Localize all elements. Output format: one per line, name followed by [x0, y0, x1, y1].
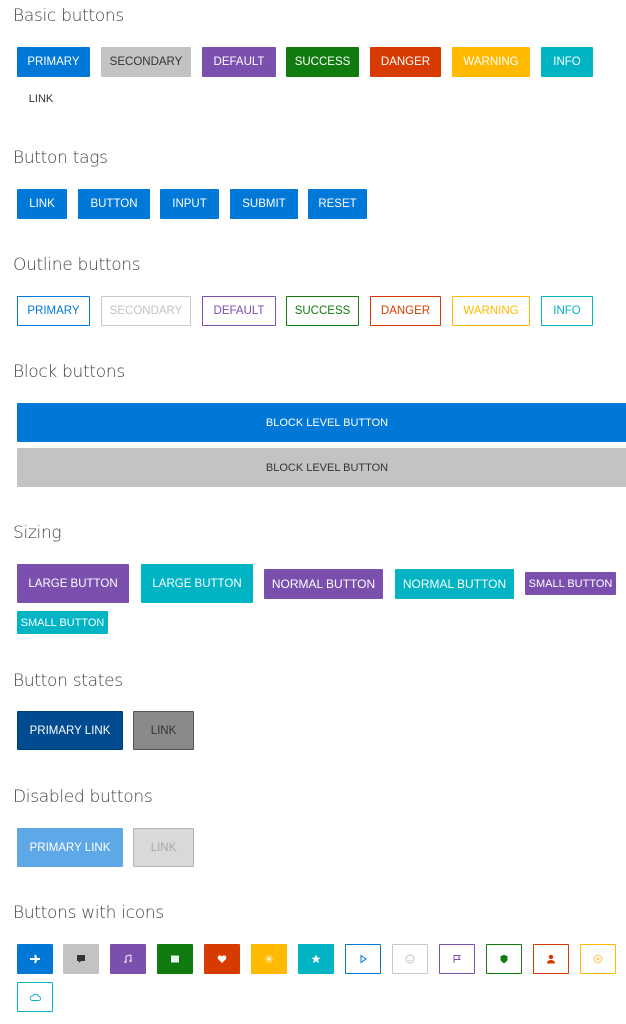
- icon-button-message[interactable]: [63, 944, 99, 974]
- icon-button-shield[interactable]: [486, 944, 522, 974]
- link-button[interactable]: LINK: [17, 88, 65, 110]
- section-title-block: Block buttons: [13, 362, 125, 382]
- section-title-tags: Button tags: [13, 148, 108, 168]
- icon-button-music[interactable]: [110, 944, 146, 974]
- section-title-icons: Buttons with icons: [13, 903, 164, 923]
- icon-button-flag[interactable]: [439, 944, 475, 974]
- primary-button[interactable]: PRIMARY: [17, 47, 90, 77]
- outline-danger-button[interactable]: DANGER: [370, 296, 441, 326]
- smile-icon: [405, 954, 415, 964]
- section-title-states: Button states: [13, 671, 123, 691]
- outline-default-button[interactable]: DEFAULT: [202, 296, 276, 326]
- success-button[interactable]: SUCCESS: [286, 47, 359, 77]
- large-default-button[interactable]: LARGE BUTTON: [17, 564, 129, 603]
- outline-warning-button[interactable]: WARNING: [452, 296, 530, 326]
- plane-icon: [29, 953, 41, 965]
- danger-button[interactable]: DANGER: [370, 47, 441, 77]
- active-primary-link-button[interactable]: PRIMARY LINK: [17, 711, 123, 750]
- normal-info-button[interactable]: NORMAL BUTTON: [395, 569, 514, 599]
- music-icon: [123, 954, 133, 964]
- warning-button[interactable]: WARNING: [452, 47, 530, 77]
- icon-button-heart[interactable]: [204, 944, 240, 974]
- support-icon: [593, 954, 603, 964]
- icon-button-cloud[interactable]: [17, 982, 53, 1012]
- small-info-button[interactable]: SMALL BUTTON: [17, 611, 108, 634]
- sun-icon: [264, 954, 274, 964]
- tag-link-button[interactable]: LINK: [17, 189, 67, 219]
- cloud-icon: [29, 993, 41, 1002]
- play-icon: [358, 954, 368, 964]
- user-icon: [546, 954, 556, 964]
- icon-button-star[interactable]: [298, 944, 334, 974]
- section-title-sizing: Sizing: [13, 523, 62, 543]
- icon-button-sun[interactable]: [251, 944, 287, 974]
- icon-button-smile[interactable]: [392, 944, 428, 974]
- info-button[interactable]: INFO: [541, 47, 593, 77]
- block-secondary-button[interactable]: BLOCK LEVEL BUTTON: [17, 448, 626, 487]
- flag-icon: [452, 954, 462, 964]
- default-button[interactable]: DEFAULT: [202, 47, 276, 77]
- section-title-basic: Basic buttons: [13, 6, 124, 26]
- message-icon: [76, 954, 86, 964]
- block-primary-button[interactable]: BLOCK LEVEL BUTTON: [17, 403, 626, 442]
- outline-secondary-button[interactable]: SECONDARY: [101, 296, 191, 326]
- small-default-button[interactable]: SMALL BUTTON: [525, 572, 616, 595]
- section-title-disabled: Disabled buttons: [13, 787, 153, 807]
- heart-icon: [217, 954, 227, 964]
- tag-reset-button[interactable]: RESET: [308, 189, 367, 219]
- outline-success-button[interactable]: SUCCESS: [286, 296, 359, 326]
- outline-info-button[interactable]: INFO: [541, 296, 593, 326]
- icon-button-plane[interactable]: [17, 944, 53, 974]
- star-icon: [311, 954, 321, 964]
- secondary-button[interactable]: SECONDARY: [101, 47, 191, 77]
- active-link-button[interactable]: LINK: [133, 711, 194, 750]
- normal-default-button[interactable]: NORMAL BUTTON: [264, 569, 383, 599]
- shield-icon: [499, 954, 509, 964]
- calendar-icon: [170, 954, 180, 964]
- outline-primary-button[interactable]: PRIMARY: [17, 296, 90, 326]
- large-info-button[interactable]: LARGE BUTTON: [141, 564, 253, 603]
- tag-input-button[interactable]: INPUT: [160, 189, 219, 219]
- tag-button-button[interactable]: BUTTON: [78, 189, 150, 219]
- icon-button-user[interactable]: [533, 944, 569, 974]
- disabled-primary-link-button[interactable]: PRIMARY LINK: [17, 828, 123, 867]
- section-title-outline: Outline buttons: [13, 255, 141, 275]
- disabled-link-button[interactable]: LINK: [133, 828, 194, 867]
- icon-button-calendar[interactable]: [157, 944, 193, 974]
- icon-button-support[interactable]: [580, 944, 616, 974]
- tag-submit-button[interactable]: SUBMIT: [230, 189, 298, 219]
- icon-button-play[interactable]: [345, 944, 381, 974]
